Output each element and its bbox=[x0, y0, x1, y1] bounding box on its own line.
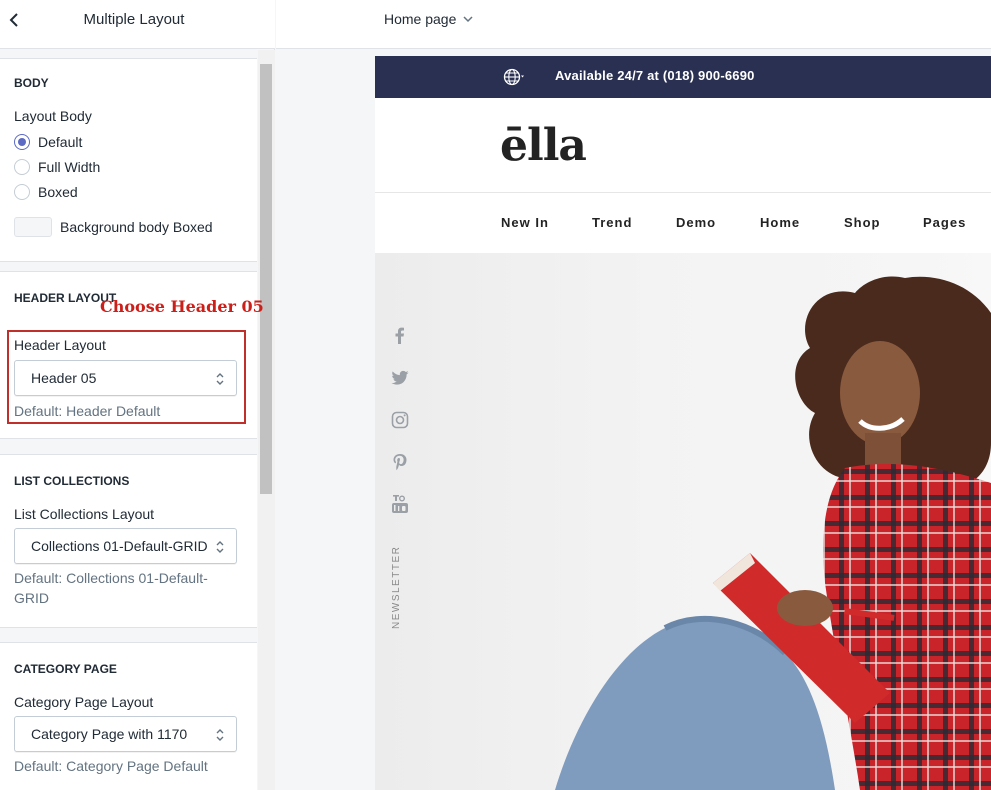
announcement-bar: Available 24/7 at (018) 900-6690 bbox=[375, 56, 991, 98]
radio-label: Default bbox=[38, 134, 83, 150]
instagram-icon[interactable] bbox=[390, 410, 410, 430]
radio-button[interactable] bbox=[14, 159, 30, 175]
select-value: Category Page with 1170 bbox=[31, 726, 188, 742]
newsletter-label: NEWSLETTER bbox=[391, 545, 402, 629]
annotation-highlight-box bbox=[7, 330, 246, 424]
theme-settings-sidebar: Multiple Layout BODY Layout Body Default… bbox=[0, 0, 275, 790]
nav-item-new-in[interactable]: New In bbox=[501, 215, 549, 230]
main-navigation: New In Trend Demo Home Shop Pages bbox=[375, 193, 991, 253]
collections-default-help: Default: Collections 01-Default-GRID bbox=[14, 570, 208, 606]
facebook-icon[interactable] bbox=[390, 326, 410, 346]
background-body-boxed-label: Background body Boxed bbox=[60, 219, 213, 235]
list-collections-section: LIST COLLECTIONS List Collections Layout… bbox=[0, 454, 257, 628]
hero-model-image bbox=[555, 253, 991, 790]
category-page-section: CATEGORY PAGE Category Page Layout Categ… bbox=[0, 642, 257, 790]
radio-button-checked[interactable] bbox=[14, 134, 30, 150]
youtube-icon[interactable] bbox=[390, 494, 410, 514]
nav-item-demo[interactable]: Demo bbox=[676, 215, 716, 230]
category-default-help: Default: Category Page Default bbox=[14, 758, 208, 774]
radio-default[interactable]: Default bbox=[14, 133, 82, 151]
collections-layout-label: List Collections Layout bbox=[14, 506, 155, 522]
annotation-text: Choose Header 05 bbox=[100, 297, 264, 316]
newsletter-tab[interactable]: NEWSLETTER bbox=[391, 546, 405, 639]
category-section-title: CATEGORY PAGE bbox=[14, 662, 117, 676]
hero-banner: NEWSLETTER bbox=[375, 253, 991, 790]
sidebar-header: Multiple Layout bbox=[0, 0, 275, 49]
radio-boxed[interactable]: Boxed bbox=[14, 183, 78, 201]
category-layout-select[interactable]: Category Page with 1170 bbox=[14, 716, 237, 752]
nav-item-home[interactable]: Home bbox=[760, 215, 800, 230]
select-value: Collections 01-Default-GRID bbox=[31, 538, 208, 554]
radio-label: Boxed bbox=[38, 184, 78, 200]
twitter-icon[interactable] bbox=[390, 368, 410, 388]
nav-item-trend[interactable]: Trend bbox=[592, 215, 632, 230]
background-color-swatch[interactable] bbox=[14, 217, 52, 237]
language-selector[interactable] bbox=[503, 67, 525, 87]
page-selector-label: Home page bbox=[384, 11, 457, 27]
store-preview: Available 24/7 at (018) 900-6690 ēlla Ne… bbox=[375, 56, 991, 790]
editor-topbar: Home page bbox=[276, 0, 991, 49]
layout-body-label: Layout Body bbox=[14, 108, 92, 124]
logo-header: ēlla bbox=[375, 98, 991, 193]
nav-item-shop[interactable]: Shop bbox=[844, 215, 881, 230]
globe-icon bbox=[503, 68, 524, 86]
body-section-title: BODY bbox=[14, 76, 49, 90]
select-arrows-icon bbox=[216, 729, 224, 741]
pinterest-icon[interactable] bbox=[390, 452, 410, 472]
body-section: BODY Layout Body Default Full Width Boxe… bbox=[0, 58, 257, 262]
select-arrows-icon bbox=[216, 541, 224, 553]
collections-section-title: LIST COLLECTIONS bbox=[14, 474, 130, 488]
collections-layout-select[interactable]: Collections 01-Default-GRID bbox=[14, 528, 237, 564]
scrollbar-thumb[interactable] bbox=[260, 64, 272, 494]
radio-full-width[interactable]: Full Width bbox=[14, 158, 100, 176]
radio-button[interactable] bbox=[14, 184, 30, 200]
category-layout-label: Category Page Layout bbox=[14, 694, 154, 710]
radio-label: Full Width bbox=[38, 159, 101, 175]
sidebar-title: Multiple Layout bbox=[83, 11, 185, 28]
nav-item-pages[interactable]: Pages bbox=[923, 215, 966, 230]
chevron-down-icon bbox=[463, 16, 473, 23]
page-selector[interactable]: Home page bbox=[384, 11, 474, 27]
announcement-text: Available 24/7 at (018) 900-6690 bbox=[555, 68, 755, 83]
store-logo[interactable]: ēlla bbox=[500, 120, 587, 171]
